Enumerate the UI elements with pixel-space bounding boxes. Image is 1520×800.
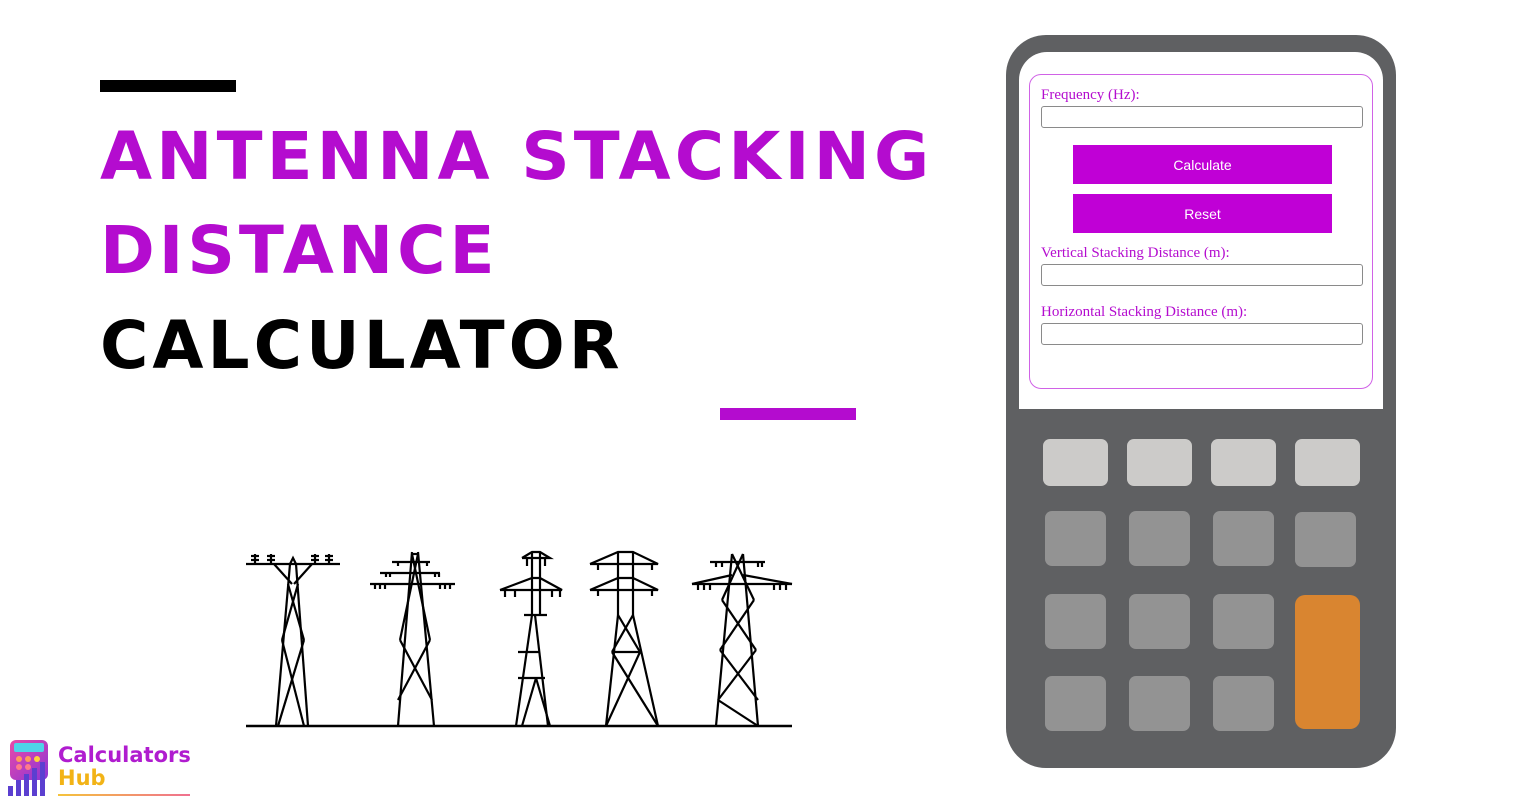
frequency-label: Frequency (Hz): bbox=[1041, 87, 1140, 103]
keypad-key bbox=[1213, 511, 1274, 566]
decorative-bar-top bbox=[100, 80, 236, 92]
frequency-input[interactable] bbox=[1041, 106, 1363, 128]
page-title-line-3: Calculator bbox=[100, 307, 624, 384]
keypad-key bbox=[1043, 439, 1108, 486]
reset-button[interactable]: Reset bbox=[1073, 194, 1332, 233]
keypad-key bbox=[1045, 676, 1106, 731]
vertical-distance-output[interactable] bbox=[1041, 264, 1363, 286]
tower-2 bbox=[370, 551, 455, 727]
page-title-line-1: Antenna Stacking bbox=[100, 118, 934, 195]
keypad-key bbox=[1045, 511, 1106, 566]
calculators-hub-logo[interactable]: Calculators Hub bbox=[6, 738, 196, 798]
horizontal-distance-label: Horizontal Stacking Distance (m): bbox=[1041, 304, 1248, 320]
keypad-equals-key bbox=[1295, 595, 1360, 729]
keypad-key bbox=[1045, 594, 1106, 649]
page-title-line-2: Distance bbox=[100, 212, 499, 289]
brand-name-line-2: Hub bbox=[58, 766, 106, 790]
calculate-button[interactable]: Calculate bbox=[1073, 145, 1332, 184]
tower-4 bbox=[589, 550, 660, 727]
calculator-logo-icon bbox=[8, 740, 48, 796]
keypad-key bbox=[1211, 439, 1276, 486]
keypad-key bbox=[1213, 676, 1274, 731]
tower-3 bbox=[499, 550, 563, 727]
transmission-towers-icon bbox=[246, 550, 793, 728]
keypad-key bbox=[1213, 594, 1274, 649]
keypad-key bbox=[1127, 439, 1192, 486]
brand-underline bbox=[58, 794, 190, 796]
decorative-bar-bottom bbox=[720, 408, 856, 420]
vertical-distance-label: Vertical Stacking Distance (m): bbox=[1041, 245, 1230, 261]
calculator-form: Frequency (Hz): Calculate Reset Vertical… bbox=[1029, 74, 1373, 389]
tower-1 bbox=[246, 554, 340, 727]
keypad-key bbox=[1129, 676, 1190, 731]
horizontal-distance-output[interactable] bbox=[1041, 323, 1363, 345]
keypad-key bbox=[1295, 512, 1356, 567]
keypad-key bbox=[1129, 511, 1190, 566]
brand-name-line-1: Calculators bbox=[58, 743, 191, 767]
tower-5 bbox=[691, 553, 793, 727]
keypad-key bbox=[1129, 594, 1190, 649]
calculator-screen: Frequency (Hz): Calculate Reset Vertical… bbox=[1019, 52, 1383, 409]
calculator-device: Frequency (Hz): Calculate Reset Vertical… bbox=[1006, 35, 1396, 768]
keypad-key bbox=[1295, 439, 1360, 486]
